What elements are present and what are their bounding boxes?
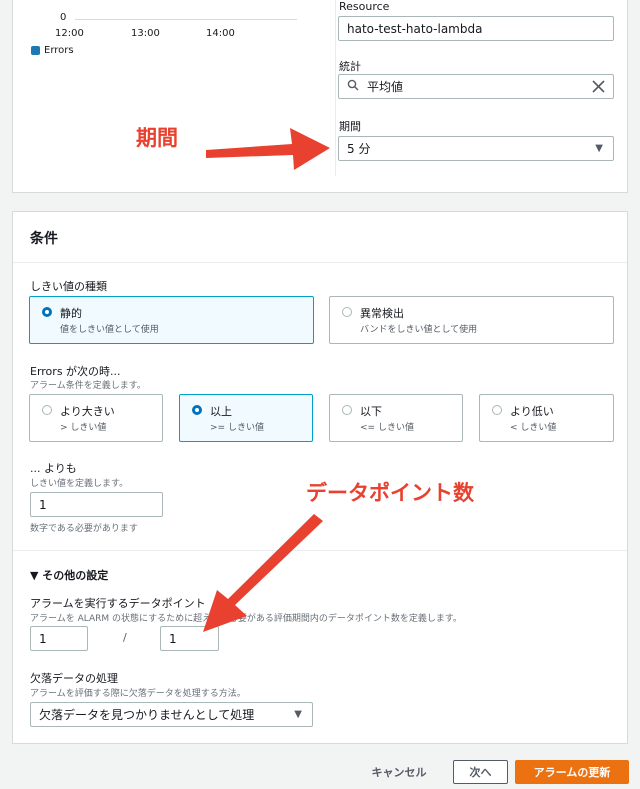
operator-greater-title: より大きい xyxy=(60,405,115,418)
radio-less-equal[interactable] xyxy=(342,405,352,415)
radio-greater-equal[interactable] xyxy=(192,405,202,415)
conditions-header: 条件 xyxy=(13,212,627,263)
than-label: ... よりも xyxy=(30,462,77,475)
threshold-type-static[interactable]: 静的 値をしきい値として使用 xyxy=(29,296,314,344)
threshold-type-anomaly-sub: バンドをしきい値として使用 xyxy=(360,325,478,335)
radio-anomaly[interactable] xyxy=(342,307,352,317)
statistic-field[interactable]: 平均値 xyxy=(338,74,614,99)
evaluation-periods-input[interactable]: 1 xyxy=(160,626,219,651)
operator-less-equal-title: 以下 xyxy=(360,405,382,418)
threshold-type-anomaly-title: 異常検出 xyxy=(360,307,404,320)
x-tick-1200: 12:00 xyxy=(55,28,84,39)
operator-greater-equal[interactable]: 以上 >= しきい値 xyxy=(179,394,313,442)
conditions-title: 条件 xyxy=(30,231,58,247)
metric-panel: 0 12:00 13:00 14:00 Errors Resource hato… xyxy=(12,0,628,193)
update-alarm-button[interactable]: アラームの更新 xyxy=(515,760,629,784)
operator-lower-title: より低い xyxy=(510,405,554,418)
operator-lower[interactable]: より低い < しきい値 xyxy=(479,394,614,442)
than-desc: しきい値を定義します。 xyxy=(30,479,129,489)
x-tick-1400: 14:00 xyxy=(206,28,235,39)
evaluation-periods-value: 1 xyxy=(169,631,177,646)
search-icon xyxy=(347,79,361,94)
operator-greater-sub: > しきい値 xyxy=(60,423,107,433)
when-desc: アラーム条件を定義します。 xyxy=(30,381,146,391)
period-select[interactable]: 5 分 ▼ xyxy=(338,136,614,161)
threshold-input[interactable]: 1 xyxy=(30,492,163,517)
y-tick-0: 0 xyxy=(60,12,67,23)
missing-data-label: 欠落データの処理 xyxy=(30,672,118,685)
chevron-down-icon: ▼ xyxy=(595,143,603,154)
clear-icon[interactable] xyxy=(592,80,605,96)
datapoints-value: 1 xyxy=(39,631,47,646)
chart-legend[interactable]: Errors xyxy=(31,45,74,56)
missing-data-select[interactable]: 欠落データを見つかりませんとして処理 ▼ xyxy=(30,702,313,727)
datapoints-slash: / xyxy=(123,631,127,644)
threshold-type-label: しきい値の種類 xyxy=(30,280,107,293)
datapoints-label: アラームを実行するデータポイント xyxy=(30,597,206,610)
resource-field[interactable]: hato-test-hato-lambda xyxy=(338,16,614,41)
threshold-type-static-title: 静的 xyxy=(60,307,82,320)
radio-lower[interactable] xyxy=(492,405,502,415)
statistic-label: 統計 xyxy=(339,60,361,73)
operator-less-equal[interactable]: 以下 <= しきい値 xyxy=(329,394,463,442)
chevron-down-icon: ▼ xyxy=(294,709,302,720)
panel-divider xyxy=(335,0,336,176)
x-tick-1300: 13:00 xyxy=(131,28,160,39)
resource-label: Resource xyxy=(339,0,390,13)
statistic-value: 平均値 xyxy=(367,80,404,94)
operator-greater-equal-title: 以上 xyxy=(210,405,232,418)
radio-static[interactable] xyxy=(42,307,52,317)
cancel-button[interactable]: キャンセル xyxy=(362,761,436,783)
resource-value: hato-test-hato-lambda xyxy=(347,21,483,36)
datapoints-input[interactable]: 1 xyxy=(30,626,88,651)
missing-data-value: 欠落データを見つかりませんとして処理 xyxy=(39,708,255,722)
datapoints-desc: アラームを ALARM の状態にするために超えるる必要がある評価期間内のデータポ… xyxy=(30,614,462,624)
operator-lower-sub: < しきい値 xyxy=(510,423,557,433)
next-button[interactable]: 次へ xyxy=(453,760,508,784)
additional-settings-toggle[interactable]: ▼ その他の設定 xyxy=(30,567,108,583)
operator-less-equal-sub: <= しきい値 xyxy=(360,423,414,433)
radio-greater[interactable] xyxy=(42,405,52,415)
when-label: Errors が次の時... xyxy=(30,365,121,378)
operator-greater-equal-sub: >= しきい値 xyxy=(210,423,264,433)
legend-label: Errors xyxy=(44,45,74,56)
threshold-type-static-sub: 値をしきい値として使用 xyxy=(60,325,159,335)
metric-chart: 0 12:00 13:00 14:00 Errors xyxy=(13,0,323,193)
threshold-hint: 数字である必要があります xyxy=(30,524,138,534)
period-annotation: 期間 xyxy=(136,126,178,150)
period-value: 5 分 xyxy=(347,142,371,156)
section-divider xyxy=(13,550,627,551)
operator-greater[interactable]: より大きい > しきい値 xyxy=(29,394,163,442)
threshold-value: 1 xyxy=(39,497,47,512)
threshold-type-anomaly[interactable]: 異常検出 バンドをしきい値として使用 xyxy=(329,296,614,344)
datapoints-annotation: データポイント数 xyxy=(306,481,474,505)
chart-baseline xyxy=(75,19,297,20)
legend-swatch xyxy=(31,46,40,55)
period-label: 期間 xyxy=(339,120,361,133)
missing-data-desc: アラームを評価する際に欠落データを処理する方法。 xyxy=(30,689,246,699)
